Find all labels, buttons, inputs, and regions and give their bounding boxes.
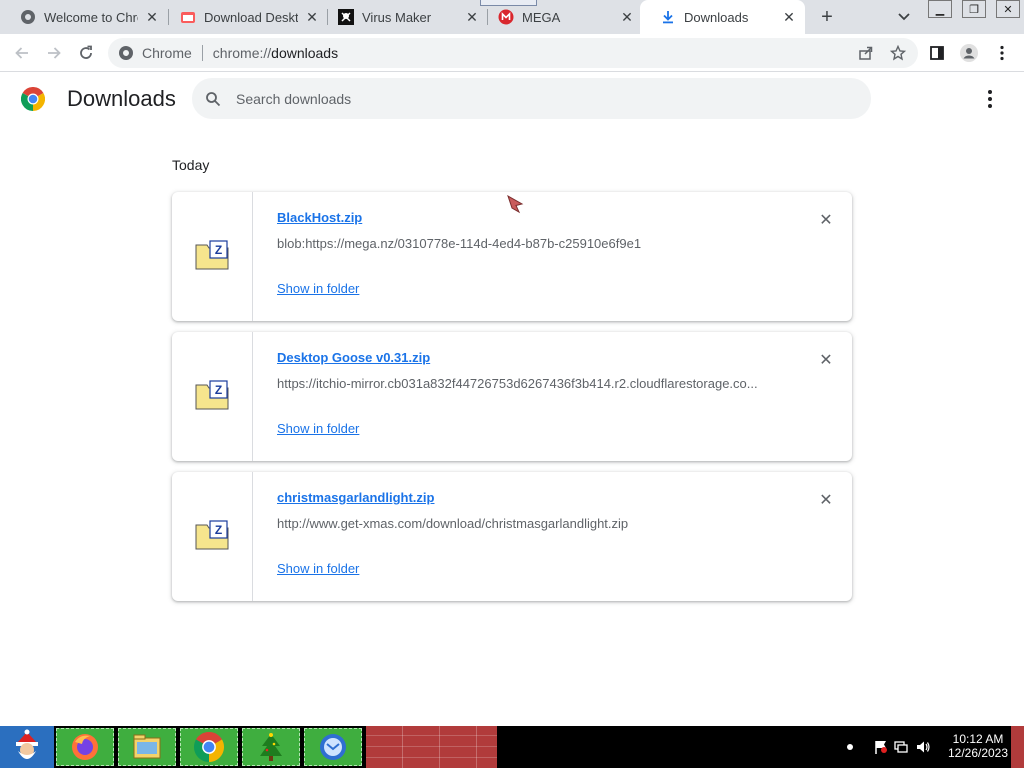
file-name-link[interactable]: christmasgarlandlight.zip [277, 490, 434, 505]
show-in-folder-link[interactable]: Show in folder [277, 281, 359, 296]
mail-icon[interactable] [304, 728, 362, 766]
file-source-url: blob:https://mega.nz/0310778e-114d-4ed4-… [277, 236, 642, 251]
more-actions-icon[interactable] [980, 88, 1000, 110]
downloads-header: Downloads [0, 72, 1024, 128]
new-tab-button[interactable]: + [815, 5, 839, 29]
tab-title: Download Deskto [204, 9, 298, 25]
taskbar-blank-region [366, 726, 497, 768]
tab-title: Virus Maker [362, 9, 432, 25]
tray-dot-icon [847, 744, 853, 750]
back-arrow-icon[interactable] [11, 42, 33, 64]
tab-close-icon[interactable]: ✕ [781, 9, 797, 25]
browser-menu-icon[interactable] [991, 42, 1013, 64]
search-downloads-bar[interactable] [192, 78, 871, 119]
close-window-button[interactable]: ✕ [996, 0, 1020, 18]
mouse-cursor-icon [507, 195, 524, 214]
share-icon[interactable] [855, 42, 877, 64]
side-panel-icon[interactable] [926, 42, 948, 64]
tab-downloads[interactable]: Downloads ✕ [640, 0, 805, 34]
tab-title: Welcome to Chro [44, 9, 138, 25]
browser-toolbar: Chrome chrome://downloads [0, 34, 1024, 72]
bookmark-star-icon[interactable] [887, 42, 909, 64]
chrome-icon[interactable] [180, 728, 238, 766]
file-source-url: http://www.get-xmas.com/download/christm… [277, 516, 629, 531]
address-bar[interactable]: Chrome chrome://downloads [108, 38, 918, 68]
forward-arrow-icon[interactable] [43, 42, 65, 64]
chip-label: Chrome [142, 45, 192, 61]
santa-start-icon[interactable] [0, 726, 54, 768]
tab-close-icon[interactable]: ✕ [619, 9, 635, 25]
tab-hover-indicator [480, 0, 537, 6]
file-explorer-icon[interactable] [118, 728, 176, 766]
mega-icon [498, 9, 514, 25]
restore-button[interactable]: ❐ [962, 0, 986, 18]
show-in-folder-link[interactable]: Show in folder [277, 421, 359, 436]
remove-close-icon[interactable]: ✕ [816, 350, 836, 370]
window-controls: ▁ ❐ ✕ [928, 0, 1024, 18]
zip-file-icon: Z [195, 520, 229, 550]
flag-icon[interactable] [873, 739, 889, 755]
show-desktop-button[interactable] [1011, 726, 1024, 768]
firefox-icon[interactable] [56, 728, 114, 766]
site-info-chip[interactable]: Chrome [118, 45, 192, 61]
chrome-icon [20, 9, 36, 25]
url-scheme: chrome:// [212, 45, 272, 61]
pirate-flag-icon [338, 9, 354, 25]
chrome-icon [119, 46, 133, 60]
date-section-label: Today [172, 157, 210, 173]
file-name-link[interactable]: BlackHost.zip [277, 210, 362, 225]
tab-close-icon[interactable]: ✕ [144, 9, 160, 25]
url-path: downloads [271, 45, 339, 61]
search-icon [204, 90, 222, 108]
christmas-tree-icon[interactable] [242, 728, 300, 766]
tab-strip: Welcome to Chro ✕ Download Deskto ✕ Viru… [0, 0, 1024, 34]
clock-date: 12/26/2023 [947, 746, 1009, 760]
taskbar-clock[interactable]: 10:12 AM 12/26/2023 [945, 732, 1011, 760]
remove-close-icon[interactable]: ✕ [816, 490, 836, 510]
network-icon[interactable] [893, 739, 909, 755]
zip-file-icon: Z [195, 240, 229, 270]
volume-icon[interactable] [915, 739, 931, 755]
show-in-folder-link[interactable]: Show in folder [277, 561, 359, 576]
svg-text:Z: Z [215, 383, 222, 397]
file-source-url: https://itchio-mirror.cb031a832f44726753… [277, 376, 758, 391]
page-title: Downloads [67, 86, 176, 111]
reload-icon[interactable] [75, 42, 97, 64]
file-name-link[interactable]: Desktop Goose v0.31.zip [277, 350, 430, 365]
chrome-logo-icon [21, 87, 45, 111]
zip-file-icon: Z [195, 380, 229, 410]
search-input[interactable] [236, 90, 796, 107]
system-tray [840, 726, 931, 768]
download-item: Z Desktop Goose v0.31.zip https://itchio… [172, 332, 852, 461]
clock-time: 10:12 AM [952, 732, 1004, 746]
tab-download-desktop[interactable]: Download Deskto ✕ [160, 0, 328, 34]
tab-title: Downloads [684, 9, 749, 25]
download-icon [660, 9, 676, 25]
minimize-button[interactable]: ▁ [928, 0, 952, 18]
remove-close-icon[interactable]: ✕ [816, 210, 836, 230]
profile-avatar-icon[interactable] [958, 42, 980, 64]
tab-welcome[interactable]: Welcome to Chro ✕ [0, 0, 168, 34]
chevron-down-icon[interactable] [895, 8, 913, 26]
download-item: Z christmasgarlandlight.zip http://www.g… [172, 472, 852, 601]
svg-text:Z: Z [215, 243, 222, 257]
itchio-icon [180, 9, 196, 25]
tab-title: MEGA [522, 9, 561, 25]
tab-virus-maker[interactable]: Virus Maker ✕ [318, 0, 488, 34]
taskbar: 10:12 AM 12/26/2023 [0, 726, 1024, 768]
svg-text:Z: Z [215, 523, 222, 537]
